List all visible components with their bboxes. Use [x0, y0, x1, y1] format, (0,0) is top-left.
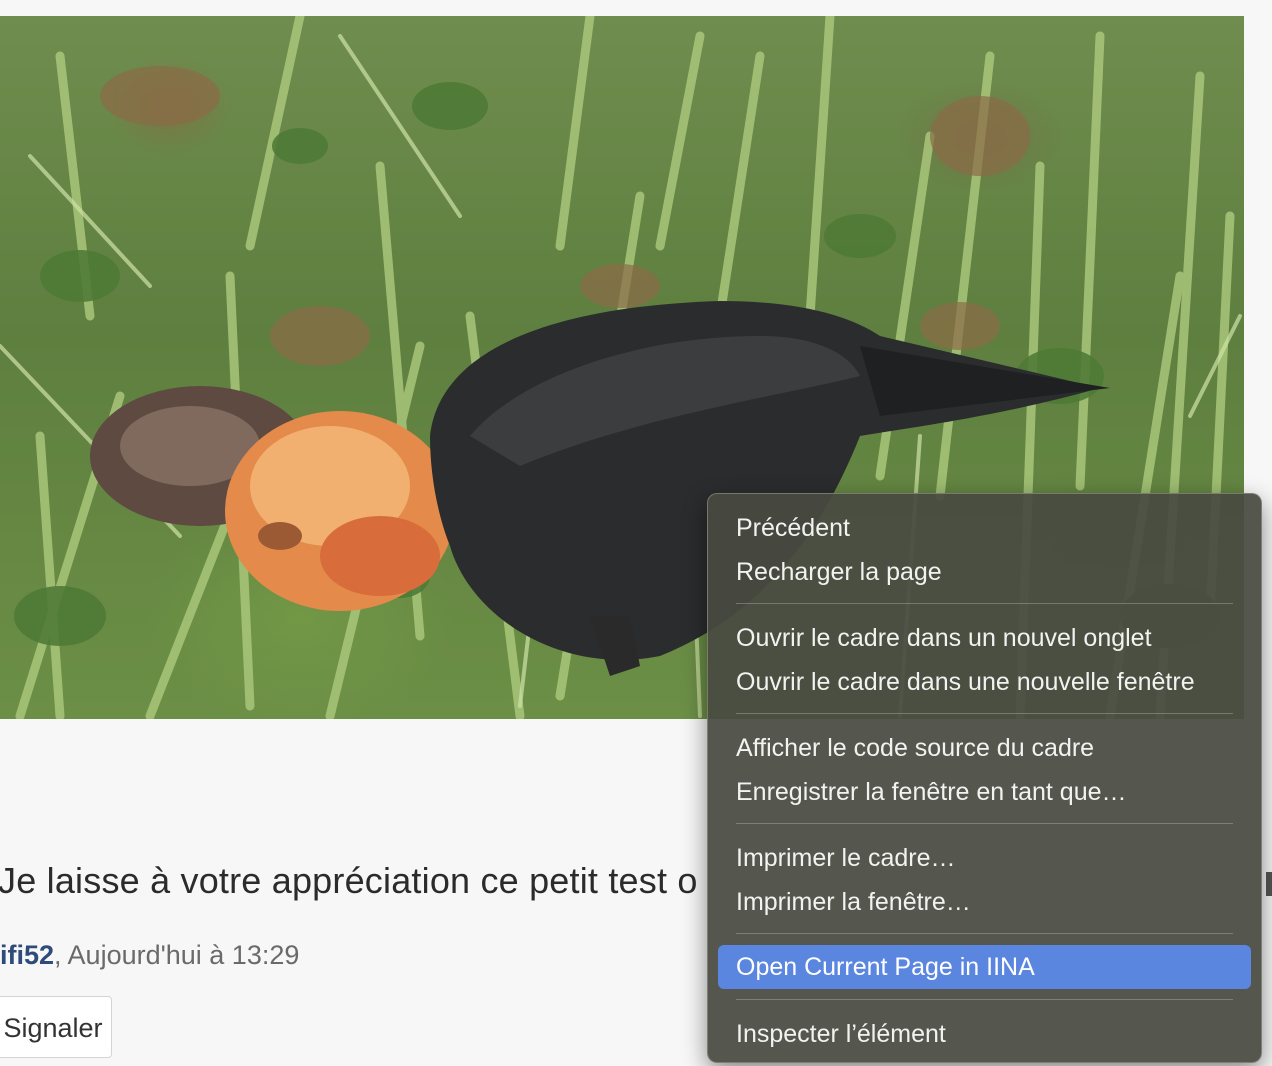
menu-item-reload[interactable]: Recharger la page — [718, 550, 1251, 594]
menu-separator — [736, 603, 1233, 604]
menu-item-print-frame[interactable]: Imprimer le cadre… — [718, 836, 1251, 880]
menu-separator — [736, 999, 1233, 1000]
menu-item-open-frame-new-tab[interactable]: Ouvrir le cadre dans un nouvel onglet — [718, 616, 1251, 660]
context-menu: Précédent Recharger la page Ouvrir le ca… — [707, 493, 1262, 1063]
post-author-link[interactable]: ifi52 — [0, 940, 54, 970]
menu-item-open-frame-new-window[interactable]: Ouvrir le cadre dans une nouvelle fenêtr… — [718, 660, 1251, 704]
menu-item-save-window-as[interactable]: Enregistrer la fenêtre en tant que… — [718, 770, 1251, 814]
menu-separator — [736, 823, 1233, 824]
menu-item-print-window[interactable]: Imprimer la fenêtre… — [718, 880, 1251, 924]
menu-item-view-frame-source[interactable]: Afficher le code source du cadre — [718, 726, 1251, 770]
post-text: Je laisse à votre appréciation ce petit … — [0, 860, 698, 901]
menu-item-back[interactable]: Précédent — [718, 506, 1251, 550]
report-button[interactable]: Signaler — [0, 996, 112, 1058]
post-meta: ifi52, Aujourd'hui à 13:29 — [0, 940, 299, 971]
menu-separator — [736, 713, 1233, 714]
menu-item-open-in-iina[interactable]: Open Current Page in IINA — [718, 945, 1251, 989]
menu-separator — [736, 933, 1233, 934]
truncated-text-fragment — [1266, 872, 1272, 896]
menu-item-inspect-element[interactable]: Inspecter l’élément — [718, 1012, 1251, 1056]
post-timestamp: , Aujourd'hui à 13:29 — [54, 940, 300, 970]
